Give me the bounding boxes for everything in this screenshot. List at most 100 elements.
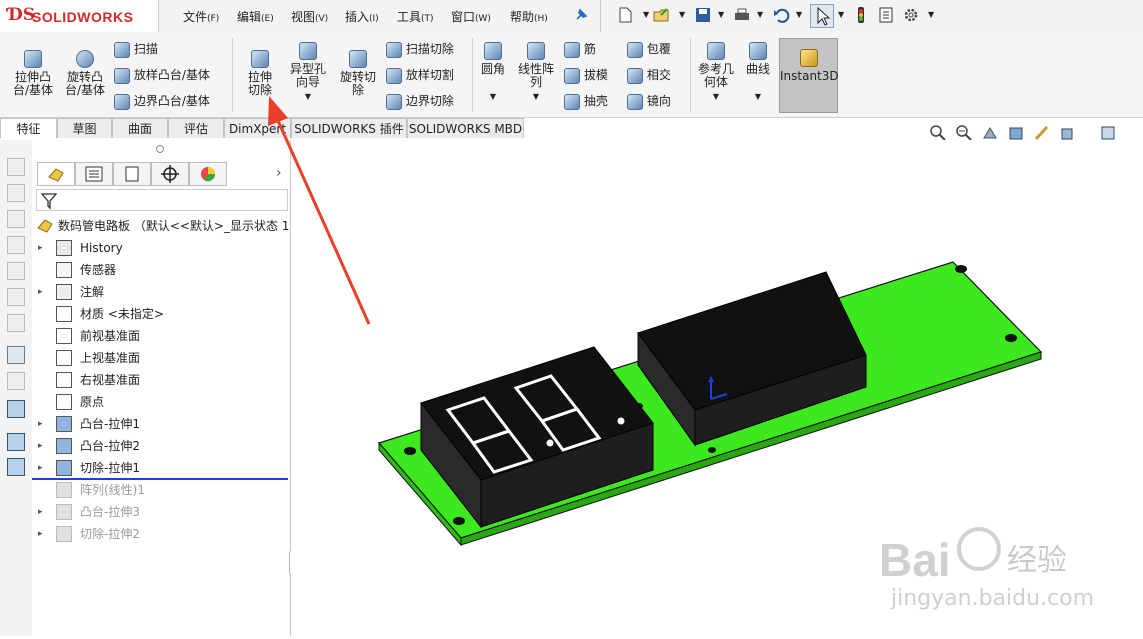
display-tool-icon[interactable] [7,400,25,418]
curves-button[interactable]: 曲线 ▼ [740,42,776,103]
filter-box[interactable] [36,189,288,211]
select-tool-icon[interactable] [7,346,25,364]
menu-edit[interactable]: 编辑(E) [237,8,274,25]
select-cursor-icon[interactable] [810,4,834,28]
tree-item[interactable]: 传感器 [32,259,288,281]
swept-cut-button[interactable]: 扫描切除 [386,40,454,58]
menu-tools[interactable]: 工具(T) [397,8,434,25]
mirror-icon [627,93,643,110]
extrude-boss-button[interactable]: 拉伸凸台/基体 [8,50,58,97]
mirror-button[interactable]: 镜向 [627,92,671,110]
pcb-3d-model[interactable]: Bai 经验 jingyan.baidu.com [291,140,1143,636]
chevron-down-icon[interactable]: ▼ [679,10,685,19]
menu-file[interactable]: 文件(F) [183,8,219,25]
tree-item[interactable]: 右视基准面 [32,369,288,391]
tab-feature-tree[interactable] [37,162,75,186]
expand-arrow-icon[interactable]: ▸ [38,237,43,259]
lofted-cut-button[interactable]: 放样切割 [386,66,454,84]
chevron-down-icon[interactable]: ▼ [643,10,649,19]
save-icon[interactable] [694,6,712,24]
fillet-button[interactable]: 圆角 ▼ [476,42,510,103]
view-cube-icon[interactable] [7,158,25,176]
print-icon[interactable] [733,6,751,24]
tab-surfaces[interactable]: 曲面 [112,118,168,138]
tree-item-icon [56,416,72,432]
view-cube-icon[interactable] [7,314,25,332]
view-cube-icon[interactable] [7,184,25,202]
chevron-down-icon[interactable]: ▼ [755,92,761,101]
tree-item[interactable]: ▸ 凸台-拉伸2 [32,435,288,457]
tree-item-label: 上视基准面 [80,351,141,365]
chevron-down-icon[interactable]: ▼ [757,10,763,19]
copy-tool-icon[interactable] [7,433,25,451]
boundary-boss-button[interactable]: 边界凸台/基体 [114,92,210,110]
tab-configuration-manager[interactable] [113,162,151,186]
menu-help[interactable]: 帮助(H) [510,8,548,25]
tree-item[interactable]: 阵列(线性)1 [32,479,288,501]
view-cube-icon[interactable] [7,210,25,228]
tree-item[interactable]: ▸ History [32,237,288,259]
tree-item[interactable]: ▸ 注解 [32,281,288,303]
rebuild-traffic-light-icon[interactable] [852,6,870,24]
reference-geometry-icon [707,42,725,60]
reference-geometry-button[interactable]: 参考几何体 ▼ [694,42,738,103]
paste-tool-icon[interactable] [7,458,25,476]
edit-tool-icon[interactable] [7,372,25,390]
view-cube-icon[interactable] [7,236,25,254]
view-cube-icon[interactable] [7,262,25,280]
tab-dimxpert-manager[interactable] [151,162,189,186]
chevron-down-icon[interactable]: ▼ [838,10,844,19]
tree-root-part[interactable]: 数码管电路板 （默认<<默认>_显示状态 1> [36,215,290,237]
expand-arrow-icon[interactable]: ▸ [38,435,43,457]
tree-item[interactable]: 材质 <未指定> [32,303,288,325]
options-gear-icon[interactable] [902,6,920,24]
pin-icon[interactable] [574,8,588,22]
tree-item[interactable]: ▸ 切除-拉伸2 [32,523,288,545]
panel-grip-icon[interactable] [156,145,164,153]
tree-item[interactable]: ▸ 凸台-拉伸1 [32,413,288,435]
chevron-down-icon[interactable]: ▼ [533,92,539,101]
intersect-button[interactable]: 相交 [627,66,671,84]
tree-item[interactable]: 原点 [32,391,288,413]
draft-button[interactable]: 拔模 [564,66,608,84]
view-cube-icon[interactable] [7,288,25,306]
menu-view[interactable]: 视图(V) [291,8,328,25]
chevron-down-icon[interactable]: ▼ [718,10,724,19]
tab-solidworks-mbd[interactable]: SOLIDWORKS MBD [407,118,524,138]
revolve-boss-button[interactable]: 旋转凸台/基体 [60,50,110,97]
undo-icon[interactable] [772,6,790,24]
expand-arrow-icon[interactable]: ▸ [38,523,43,545]
tab-display-manager[interactable] [189,162,227,186]
chevron-down-icon[interactable]: ▼ [928,10,934,19]
shell-button[interactable]: 抽壳 [564,92,608,110]
new-document-icon[interactable] [616,6,634,24]
chevron-down-icon[interactable]: ▼ [490,92,496,101]
tab-features[interactable]: 特征 [0,118,57,138]
tab-property-manager[interactable] [75,162,113,186]
expand-arrow-icon[interactable]: ▸ [38,413,43,435]
rollback-bar[interactable] [32,478,288,480]
chevron-down-icon[interactable]: ▼ [713,92,719,101]
menu-insert[interactable]: 插入(I) [345,8,379,25]
tree-item[interactable]: ▸ 切除-拉伸1 [32,457,288,479]
instant3d-button[interactable]: Instant3D [779,38,839,113]
expand-arrow-icon[interactable]: ▸ [38,501,43,523]
tree-item[interactable]: ▸ 凸台-拉伸3 [32,501,288,523]
sweep-button[interactable]: 扫描 [114,40,158,58]
expand-arrow-icon[interactable]: ▸ [38,281,43,303]
menu-window[interactable]: 窗口(W) [451,8,491,25]
rib-button[interactable]: 筋 [564,40,596,58]
tab-sketch[interactable]: 草图 [57,118,112,138]
loft-boss-button[interactable]: 放样凸台/基体 [114,66,210,84]
tab-evaluate[interactable]: 评估 [168,118,224,138]
linear-pattern-button[interactable]: 线性阵列 ▼ [514,42,558,103]
wrap-button[interactable]: 包覆 [627,40,671,58]
boundary-cut-button[interactable]: 边界切除 [386,92,454,110]
expand-arrow-icon[interactable]: ▸ [38,457,43,479]
chevron-down-icon[interactable]: ▼ [796,10,802,19]
file-properties-icon[interactable] [877,6,895,24]
open-folder-icon[interactable] [652,6,670,24]
tree-item[interactable]: 前视基准面 [32,325,288,347]
tree-item[interactable]: 上视基准面 [32,347,288,369]
graphics-area[interactable]: Bai 经验 jingyan.baidu.com [291,140,1143,636]
